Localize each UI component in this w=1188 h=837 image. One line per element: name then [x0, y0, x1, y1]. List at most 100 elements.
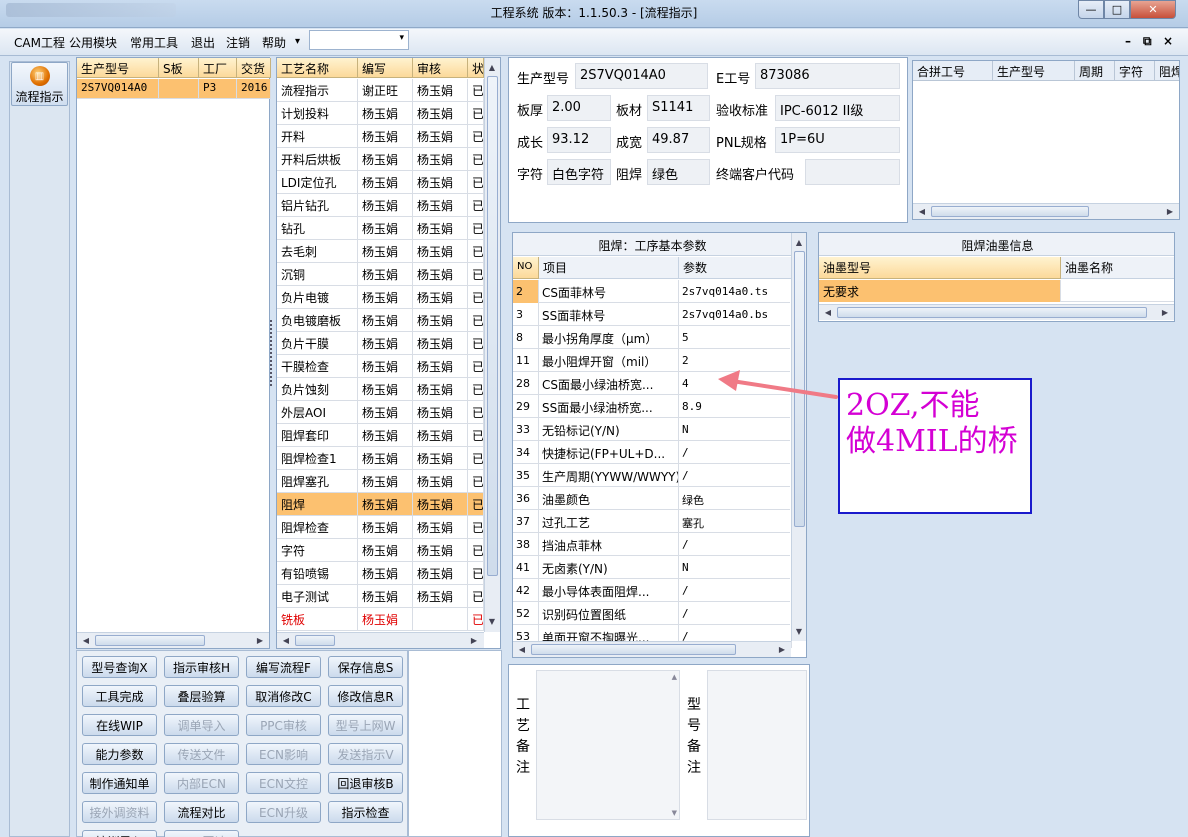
table-row[interactable]: 去毛刺 杨玉娟 杨玉娟已 [277, 240, 484, 263]
scroll-thumb[interactable] [487, 76, 498, 576]
action-button[interactable]: MRP回读 [164, 830, 239, 837]
table-row[interactable]: 42 最小导体表面阻焊... / [513, 579, 792, 602]
table-row[interactable]: 无要求 [819, 280, 1174, 302]
table-row[interactable]: 36 油墨颜色 绿色 [513, 487, 792, 510]
table-row[interactable]: 阻焊检查 杨玉娟 杨玉娟已 [277, 516, 484, 539]
table-row[interactable]: 钻孔 杨玉娟 杨玉娟已 [277, 217, 484, 240]
table-row[interactable]: 2 CS面菲林号 2s7vq014a0.ts [513, 280, 792, 303]
thickness-field[interactable]: 2.00 [547, 95, 611, 121]
merge-grid-hscroll[interactable]: ◀ ▶ [913, 203, 1179, 219]
mdi-close-icon[interactable]: × [1163, 34, 1173, 48]
scroll-down-icon[interactable]: ▼ [485, 614, 499, 628]
table-row[interactable]: 负片蚀刻 杨玉娟 杨玉娟已 [277, 378, 484, 401]
mdi-minimize-icon[interactable]: – [1125, 34, 1131, 48]
prod-model-field[interactable]: 2S7VQ014A0 [575, 63, 708, 89]
action-button[interactable]: 流程对比 [164, 801, 239, 823]
table-row[interactable]: 铝片钻孔 杨玉娟 杨玉娟已 [277, 194, 484, 217]
col-header-merge-char[interactable]: 字符 [1115, 61, 1155, 81]
action-button[interactable]: 接外调资料 [82, 801, 157, 823]
menu-combo-box[interactable]: ▾ [309, 30, 409, 50]
minimize-button[interactable]: — [1078, 0, 1104, 19]
ink-grid-hscroll[interactable]: ◀ ▶ [819, 304, 1174, 320]
action-button[interactable]: 取消修改C [246, 685, 321, 707]
table-row[interactable]: 阻焊套印 杨玉娟 杨玉娟已 [277, 424, 484, 447]
table-row[interactable]: 阻焊检查1 杨玉娟 杨玉娟已 [277, 447, 484, 470]
scroll-up-icon[interactable]: ▲ [792, 235, 806, 249]
action-button[interactable]: 叠层验算 [164, 685, 239, 707]
action-button[interactable]: ECN文控 [246, 772, 321, 794]
table-row[interactable]: 外层AOI 杨玉娟 杨玉娟已 [277, 401, 484, 424]
table-row[interactable]: 有铅喷锡 杨玉娟 杨玉娟已 [277, 562, 484, 585]
scroll-down-icon[interactable]: ▼ [672, 809, 677, 817]
scroll-left-icon[interactable]: ◀ [515, 642, 529, 656]
action-button[interactable]: 内部ECN [164, 772, 239, 794]
close-button[interactable]: ✕ [1130, 0, 1176, 19]
col-header-s-board[interactable]: S板 [159, 58, 199, 78]
scroll-right-icon[interactable]: ▶ [1158, 305, 1172, 319]
menu-help[interactable]: 帮助 [262, 34, 286, 51]
action-button[interactable]: ECN升级 [246, 801, 321, 823]
scroll-right-icon[interactable]: ▶ [467, 633, 481, 647]
param-grid-vscroll[interactable]: ▲ ▼ [791, 233, 806, 641]
table-row[interactable]: 干膜检查 杨玉娟 杨玉娟已 [277, 355, 484, 378]
table-row[interactable]: 33 无铅标记(Y/N) N [513, 418, 792, 441]
table-row[interactable]: 52 识别码位置图纸 / [513, 602, 792, 625]
scroll-right-icon[interactable]: ▶ [775, 642, 789, 656]
scroll-thumb[interactable] [95, 635, 205, 646]
menu-common-modules[interactable]: 公用模块 [69, 34, 117, 51]
splitter-handle[interactable] [270, 320, 275, 386]
action-button[interactable]: 发送指示V [328, 743, 403, 765]
col-header-factory[interactable]: 工厂 [199, 58, 237, 78]
action-button[interactable]: 指示检查 [328, 801, 403, 823]
menu-cam[interactable]: CAM工程 [14, 34, 65, 51]
action-button[interactable]: ECN影响 [246, 743, 321, 765]
menu-logout[interactable]: 注销 [226, 34, 250, 51]
nav-flow-button[interactable]: ▥ 流程指示 [11, 62, 68, 106]
mask-field[interactable]: 绿色 [647, 159, 710, 185]
action-button[interactable]: 传送文件 [164, 743, 239, 765]
table-row[interactable]: 电子测试 杨玉娟 杨玉娟已 [277, 585, 484, 608]
table-row[interactable]: 铣板 杨玉娟 已 [277, 608, 484, 631]
length-field[interactable]: 93.12 [547, 127, 611, 153]
e-no-field[interactable]: 873086 [755, 63, 900, 89]
mdi-restore-icon[interactable]: ⧉ [1143, 34, 1152, 49]
scroll-thumb[interactable] [931, 206, 1089, 217]
table-row[interactable]: 34 快捷标记(FP+UL+D... / [513, 441, 792, 464]
menu-exit[interactable]: 退出 [191, 34, 215, 51]
action-button[interactable]: 能力参数 [82, 743, 157, 765]
table-row[interactable]: 2S7VQ014A0 P3 2016 [77, 79, 271, 99]
action-button[interactable]: 保存信息S [328, 656, 403, 678]
action-button[interactable]: 培训导入 [82, 830, 157, 837]
scroll-left-icon[interactable]: ◀ [279, 633, 293, 647]
material-field[interactable]: S1141 [647, 95, 710, 121]
col-header-status[interactable]: 状 [468, 58, 484, 78]
table-row[interactable]: 开料 杨玉娟 杨玉娟已 [277, 125, 484, 148]
table-row[interactable]: LDI定位孔 杨玉娟 杨玉娟已 [277, 171, 484, 194]
col-header-merge-cycle[interactable]: 周期 [1075, 61, 1115, 81]
col-header-param[interactable]: 参数 [679, 257, 792, 279]
col-header-delivery[interactable]: 交货 [237, 58, 271, 78]
table-row[interactable]: 阻焊 杨玉娟 杨玉娟已 [277, 493, 484, 516]
table-row[interactable]: 计划投料 杨玉娟 杨玉娟已 [277, 102, 484, 125]
table-row[interactable]: 沉铜 杨玉娟 杨玉娟已 [277, 263, 484, 286]
chevron-down-icon[interactable]: ▾ [399, 33, 404, 43]
char-field[interactable]: 白色字符 [547, 159, 611, 185]
action-button[interactable]: PPC审核 [246, 714, 321, 736]
model-grid-hscroll[interactable]: ◀ ▶ [77, 632, 269, 648]
scroll-thumb[interactable] [295, 635, 335, 646]
action-button[interactable]: 指示审核H [164, 656, 239, 678]
action-button[interactable]: 修改信息R [328, 685, 403, 707]
table-row[interactable]: 37 过孔工艺 塞孔 [513, 510, 792, 533]
col-header-item[interactable]: 项目 [539, 257, 679, 279]
action-button[interactable]: 调单导入 [164, 714, 239, 736]
table-row[interactable]: 35 生产周期(YYWW/WWYY) / [513, 464, 792, 487]
col-header-writer[interactable]: 编写 [358, 58, 413, 78]
width-field[interactable]: 49.87 [647, 127, 710, 153]
scroll-thumb[interactable] [837, 307, 1147, 318]
maximize-button[interactable]: □ [1104, 0, 1130, 19]
table-row[interactable]: 阻焊塞孔 杨玉娟 杨玉娟已 [277, 470, 484, 493]
col-header-ink-model[interactable]: 油墨型号 [819, 257, 1061, 279]
scroll-up-icon[interactable]: ▲ [672, 673, 677, 681]
help-dropdown-icon[interactable]: ▾ [295, 36, 300, 47]
table-row[interactable]: 38 挡油点菲林 / [513, 533, 792, 556]
